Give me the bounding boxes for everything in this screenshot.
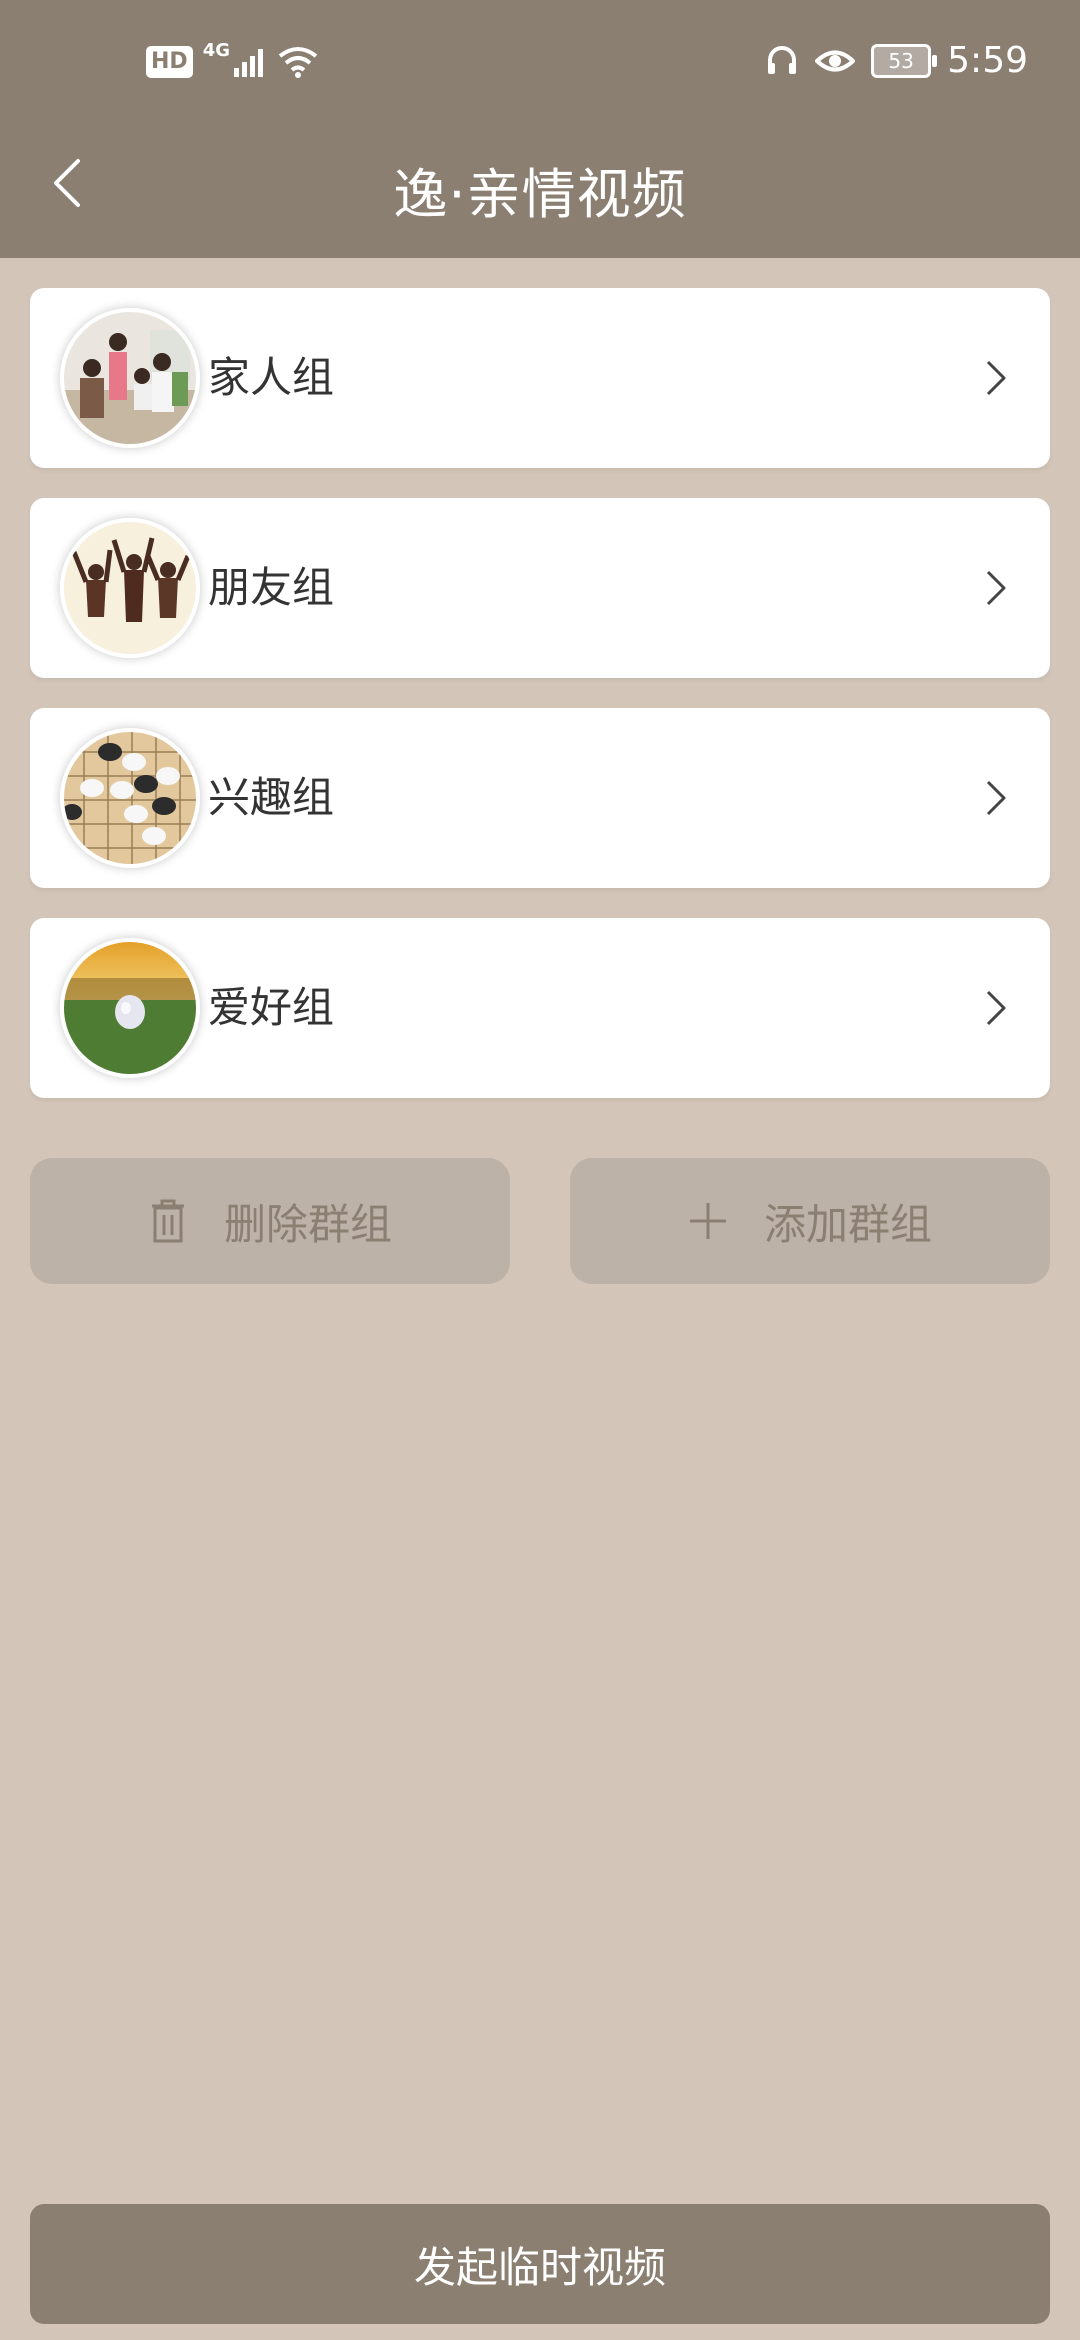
- trash-icon: [151, 1199, 184, 1243]
- headset-icon: [768, 45, 797, 74]
- chevron-right-icon: [986, 780, 1006, 816]
- group-label: 家人组: [208, 353, 335, 402]
- group-card-hobby[interactable]: 爱好组: [30, 918, 1050, 1098]
- status-right: 53 5:59: [765, 40, 1028, 81]
- start-temp-video-button[interactable]: 发起临时视频: [30, 2204, 1050, 2324]
- family-avatar: [60, 308, 200, 448]
- chevron-right-icon: [986, 570, 1006, 606]
- top-bar: HD 4G 53 5:59 逸·亲情视频: [0, 0, 1080, 258]
- hd-badge: HD: [146, 46, 193, 78]
- group-label: 朋友组: [208, 563, 335, 612]
- group-card-friends[interactable]: 朋友组: [30, 498, 1050, 678]
- delete-group-button[interactable]: 删除群组: [30, 1158, 510, 1284]
- page-title: 逸·亲情视频: [393, 163, 687, 226]
- plus-icon: [689, 1203, 726, 1239]
- status-bar: HD 4G 53 5:59: [0, 0, 1080, 130]
- signal-icon: [234, 49, 263, 77]
- friends-avatar: [60, 518, 200, 658]
- add-group-label: 添加群组: [763, 1199, 932, 1249]
- network-type: 4G: [202, 39, 230, 61]
- interest-avatar: [60, 728, 200, 868]
- delete-group-label: 删除群组: [223, 1199, 392, 1249]
- eye-icon: [815, 50, 856, 71]
- battery-icon: 53: [871, 43, 938, 78]
- battery-level: 53: [888, 48, 914, 73]
- chevron-right-icon: [986, 990, 1006, 1026]
- hobby-avatar: [60, 938, 200, 1078]
- chevron-right-icon: [986, 360, 1006, 396]
- group-card-family[interactable]: 家人组: [30, 288, 1050, 468]
- status-left: HD 4G: [146, 40, 318, 78]
- group-label: 兴趣组: [208, 773, 335, 822]
- group-card-interest[interactable]: 兴趣组: [30, 708, 1050, 888]
- wifi-icon: [278, 47, 318, 78]
- status-time: 5:59: [947, 40, 1028, 81]
- group-label: 爱好组: [208, 983, 335, 1032]
- add-group-button[interactable]: 添加群组: [570, 1158, 1050, 1284]
